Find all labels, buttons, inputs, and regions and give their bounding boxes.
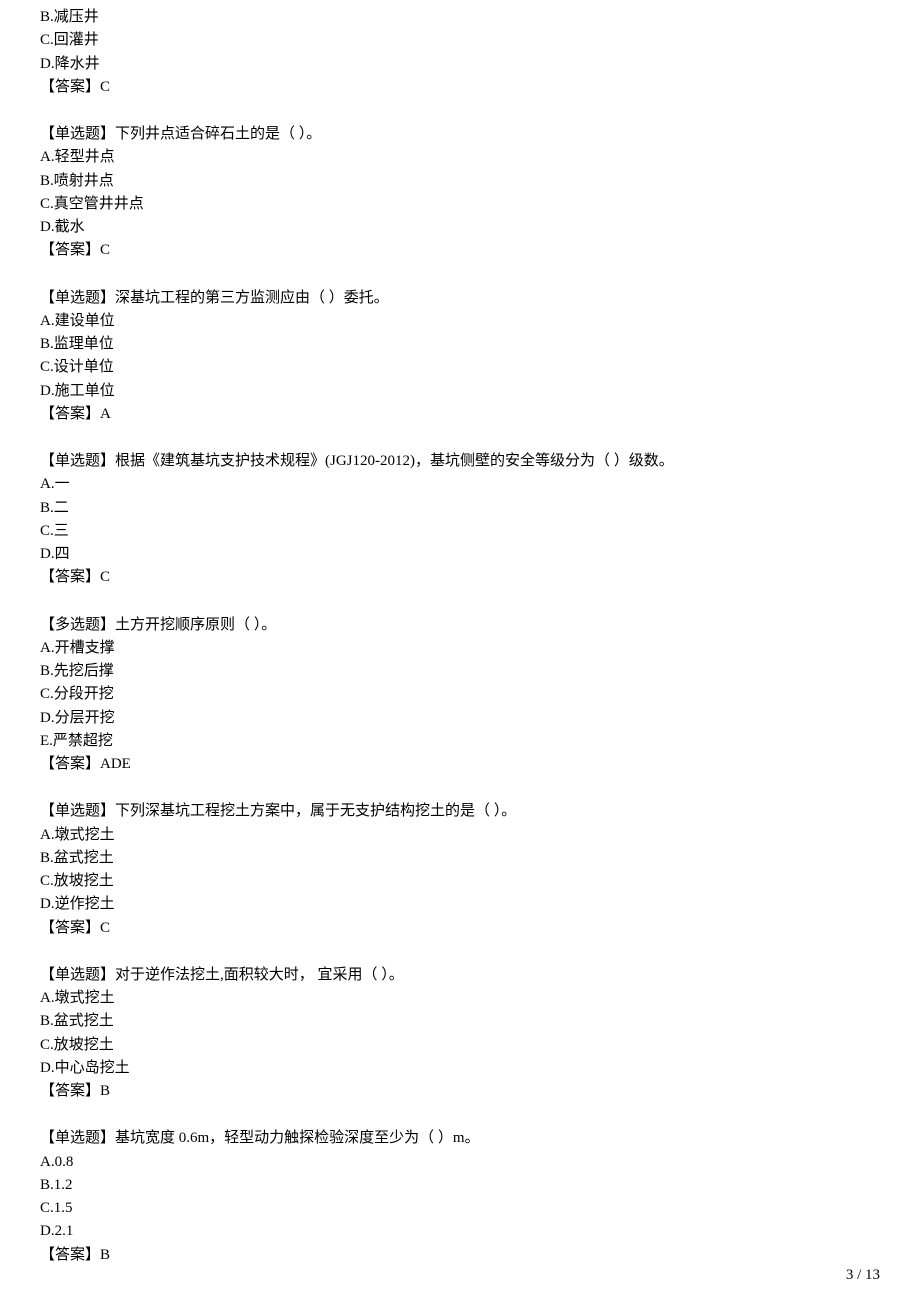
question-option: A.0.8	[40, 1151, 880, 1174]
question-stem: 【单选题】下列深基坑工程挖土方案中，属于无支护结构挖土的是（ ）。	[40, 800, 880, 823]
page-footer: 3 / 13	[846, 1264, 880, 1287]
question-stem: 【多选题】土方开挖顺序原则（ ）。	[40, 614, 880, 637]
question-option: D.施工单位	[40, 380, 880, 403]
question-option: B.先挖后撑	[40, 660, 880, 683]
question-answer: 【答案】B	[40, 1080, 880, 1103]
question-block: 【单选题】下列深基坑工程挖土方案中，属于无支护结构挖土的是（ ）。A.墩式挖土B…	[40, 800, 880, 940]
question-answer: 【答案】ADE	[40, 753, 880, 776]
question-answer: 【答案】B	[40, 1244, 880, 1267]
question-answer: 【答案】C	[40, 76, 880, 99]
question-option: A.开槽支撑	[40, 637, 880, 660]
question-option: B.二	[40, 497, 880, 520]
question-stem: 【单选题】根据《建筑基坑支护技术规程》(JGJ120-2012)，基坑侧壁的安全…	[40, 450, 880, 473]
question-option: D.截水	[40, 216, 880, 239]
question-option: C.回灌井	[40, 29, 880, 52]
question-option: C.真空管井井点	[40, 193, 880, 216]
question-option: E.严禁超挖	[40, 730, 880, 753]
question-answer: 【答案】C	[40, 239, 880, 262]
question-option: C.放坡挖土	[40, 870, 880, 893]
question-option: B.减压井	[40, 6, 880, 29]
question-stem: 【单选题】下列井点适合碎石土的是（ ）。	[40, 123, 880, 146]
question-block: 【单选题】下列井点适合碎石土的是（ ）。A.轻型井点B.喷射井点C.真空管井井点…	[40, 123, 880, 263]
question-option: A.建设单位	[40, 310, 880, 333]
question-answer: 【答案】C	[40, 566, 880, 589]
question-option: B.盆式挖土	[40, 1010, 880, 1033]
question-option: A.墩式挖土	[40, 987, 880, 1010]
question-option: B.1.2	[40, 1174, 880, 1197]
question-stem: 【单选题】基坑宽度 0.6m，轻型动力触探检验深度至少为（ ）m。	[40, 1127, 880, 1150]
question-block: 【单选题】对于逆作法挖土,面积较大时， 宜采用（ ）。A.墩式挖土B.盆式挖土C…	[40, 964, 880, 1104]
question-option: C.设计单位	[40, 356, 880, 379]
question-option: A.轻型井点	[40, 146, 880, 169]
question-option: B.盆式挖土	[40, 847, 880, 870]
question-option: C.分段开挖	[40, 683, 880, 706]
question-block: 【单选题】深基坑工程的第三方监测应由（ ）委托。A.建设单位B.监理单位C.设计…	[40, 287, 880, 427]
page-number: 3 / 13	[846, 1267, 880, 1283]
question-option: A.一	[40, 473, 880, 496]
question-option: C.1.5	[40, 1197, 880, 1220]
question-block: 【单选题】根据《建筑基坑支护技术规程》(JGJ120-2012)，基坑侧壁的安全…	[40, 450, 880, 590]
question-option: D.降水井	[40, 53, 880, 76]
question-option: B.监理单位	[40, 333, 880, 356]
question-option: D.逆作挖土	[40, 893, 880, 916]
question-option: C.三	[40, 520, 880, 543]
question-stem: 【单选题】深基坑工程的第三方监测应由（ ）委托。	[40, 287, 880, 310]
question-option: D.中心岛挖土	[40, 1057, 880, 1080]
question-block: 【单选题】基坑宽度 0.6m，轻型动力触探检验深度至少为（ ）m。A.0.8B.…	[40, 1127, 880, 1267]
question-option: D.四	[40, 543, 880, 566]
question-option: A.墩式挖土	[40, 824, 880, 847]
question-block: B.减压井C.回灌井D.降水井【答案】C	[40, 6, 880, 99]
question-option: D.2.1	[40, 1220, 880, 1243]
question-block: 【多选题】土方开挖顺序原则（ ）。A.开槽支撑B.先挖后撑C.分段开挖D.分层开…	[40, 614, 880, 777]
question-option: C.放坡挖土	[40, 1034, 880, 1057]
question-option: D.分层开挖	[40, 707, 880, 730]
question-answer: 【答案】A	[40, 403, 880, 426]
question-stem: 【单选题】对于逆作法挖土,面积较大时， 宜采用（ ）。	[40, 964, 880, 987]
question-option: B.喷射井点	[40, 170, 880, 193]
question-answer: 【答案】C	[40, 917, 880, 940]
